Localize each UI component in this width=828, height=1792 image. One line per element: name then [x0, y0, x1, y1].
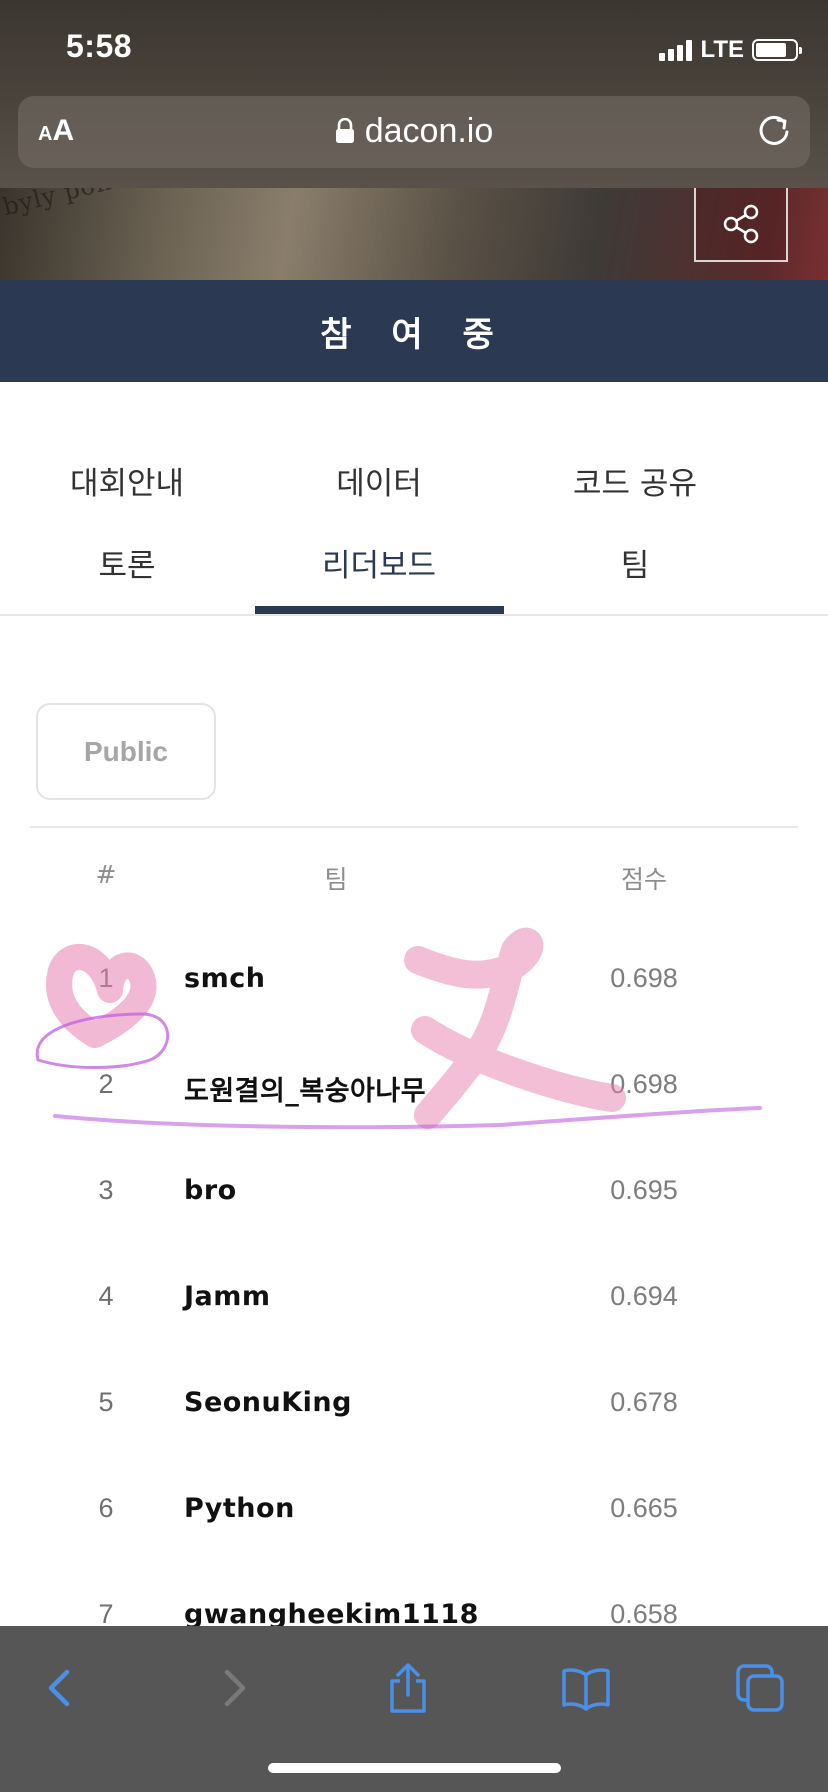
- row-score: 0.694: [610, 1281, 678, 1311]
- leaderboard-row[interactable]: 2 도원결의_복숭아나무 0.698: [0, 1069, 828, 1109]
- header-rank: #: [95, 860, 117, 889]
- row-team-name[interactable]: Python: [184, 1493, 295, 1524]
- browser-top-chrome: 5:58 LTE AA dacon.io: [0, 0, 828, 188]
- leaderboard-row[interactable]: 4 Jamm 0.694: [0, 1281, 828, 1321]
- tab-discussion[interactable]: 토론: [0, 540, 254, 585]
- share-icon: [723, 204, 759, 244]
- public-leaderboard-button[interactable]: Public: [36, 703, 216, 800]
- header-team: 팀: [324, 865, 348, 894]
- tab-data[interactable]: 데이터: [252, 458, 506, 503]
- battery-level: [756, 43, 786, 57]
- status-time: 5:58: [66, 28, 133, 64]
- row-rank: 2: [98, 1069, 114, 1099]
- participating-label: 참 여 중: [320, 314, 508, 355]
- lock-icon: [335, 114, 355, 153]
- row-team-name[interactable]: 도원결의_복숭아나무: [184, 1069, 426, 1108]
- bookmarks-icon: [562, 1668, 610, 1711]
- tab-leaderboard[interactable]: 리더보드: [252, 540, 506, 585]
- leaderboard-row[interactable]: 6 Python 0.665: [0, 1493, 828, 1533]
- header-score: 점수: [620, 865, 667, 894]
- share-sheet-button[interactable]: [378, 1658, 438, 1718]
- competition-tabs: 대회안내 데이터 코드 공유 토론 리더보드 팀: [0, 430, 828, 614]
- leaderboard-header: # 팀 점수: [0, 860, 828, 900]
- row-rank: 3: [98, 1175, 114, 1205]
- row-rank: 6: [98, 1493, 114, 1523]
- url-field[interactable]: dacon.io: [18, 112, 810, 153]
- leaderboard-row[interactable]: 5 SeonuKing 0.678: [0, 1387, 828, 1427]
- back-icon: [48, 1669, 70, 1707]
- home-indicator: [268, 1763, 561, 1773]
- back-button[interactable]: [30, 1658, 90, 1718]
- url-text: dacon.io: [364, 112, 494, 150]
- row-score: 0.665: [610, 1493, 678, 1523]
- participating-status-button[interactable]: 참 여 중: [0, 280, 828, 382]
- row-team-name[interactable]: bro: [184, 1175, 237, 1206]
- forward-icon: [224, 1669, 246, 1707]
- cellular-signal-icon: [659, 39, 693, 61]
- annotation-circle: [35, 1012, 169, 1069]
- status-indicators: LTE: [659, 36, 802, 64]
- battery-icon: [752, 39, 802, 61]
- tabs-button[interactable]: [730, 1658, 790, 1718]
- leaderboard-row[interactable]: 1 smch 0.698: [0, 963, 828, 1003]
- active-tab-indicator: [255, 606, 504, 614]
- row-rank: 1: [98, 963, 114, 993]
- row-rank: 5: [98, 1387, 114, 1417]
- row-score: 0.698: [610, 963, 678, 993]
- tab-team[interactable]: 팀: [508, 540, 762, 585]
- row-score: 0.698: [610, 1069, 678, 1099]
- tab-code-share[interactable]: 코드 공유: [508, 458, 762, 503]
- leaderboard-divider: [30, 826, 798, 828]
- forward-button[interactable]: [204, 1658, 264, 1718]
- row-team-name[interactable]: Jamm: [184, 1281, 271, 1312]
- row-rank: 4: [98, 1281, 114, 1311]
- network-type: LTE: [700, 36, 744, 63]
- tab-overview[interactable]: 대회안내: [0, 458, 254, 503]
- reload-icon[interactable]: [754, 110, 794, 154]
- bookmarks-button[interactable]: [556, 1658, 616, 1718]
- share-button[interactable]: [694, 188, 788, 262]
- address-bar[interactable]: AA dacon.io: [18, 96, 810, 168]
- share-sheet-icon: [390, 1663, 426, 1713]
- row-score: 0.678: [610, 1387, 678, 1417]
- annotation-underline: [53, 1106, 762, 1130]
- tabs-divider: [0, 614, 828, 616]
- tabs-icon: [736, 1664, 784, 1712]
- row-team-name[interactable]: smch: [184, 963, 265, 994]
- leaderboard-row[interactable]: 3 bro 0.695: [0, 1175, 828, 1215]
- row-score: 0.695: [610, 1175, 678, 1205]
- row-team-name[interactable]: SeonuKing: [184, 1387, 352, 1418]
